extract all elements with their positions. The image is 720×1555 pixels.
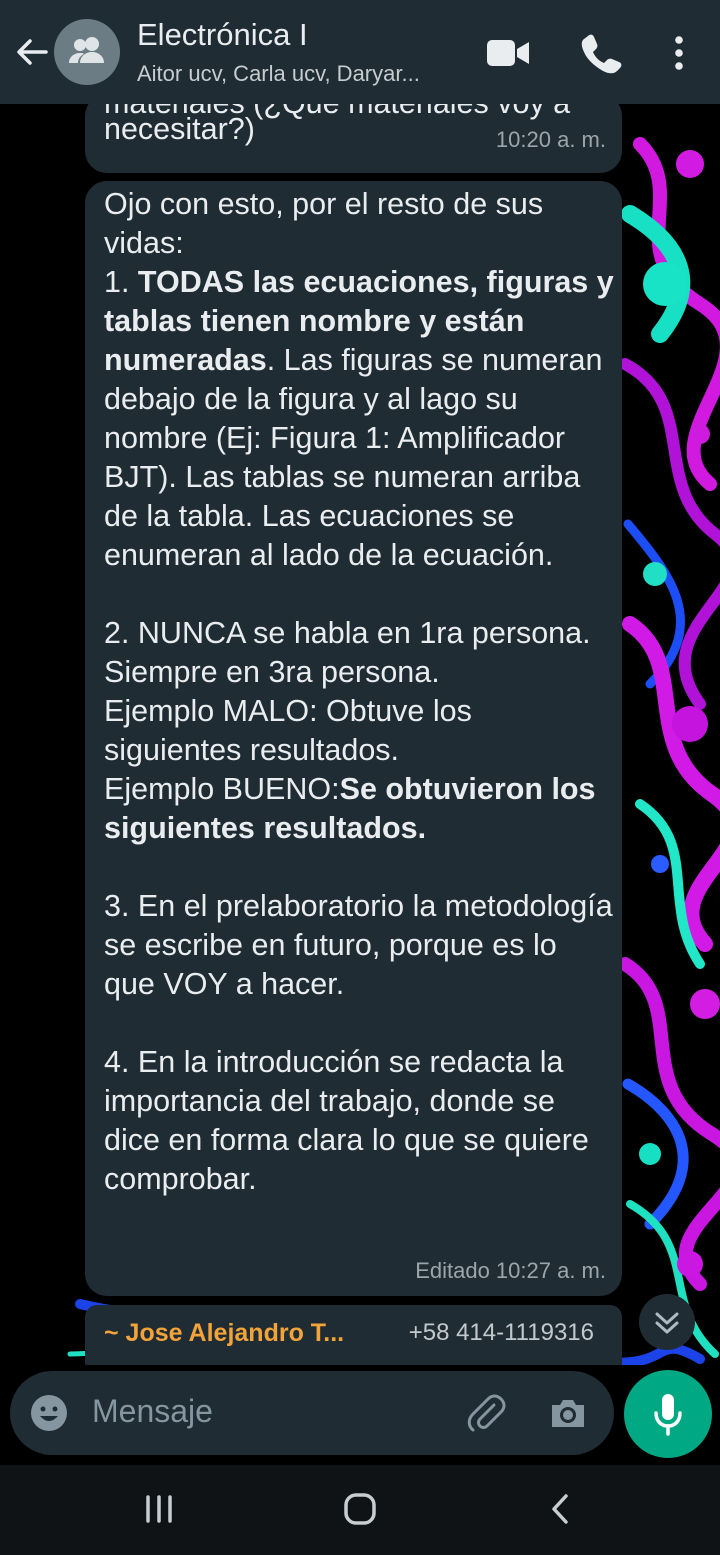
message-bubble[interactable]: ~ Jose Alejandro T... +58 414-1119316 [85,1305,622,1365]
home-icon[interactable] [330,1483,390,1539]
chat-title[interactable]: Electrónica I [137,17,308,53]
chat-participants[interactable]: Aitor ucv, Carla ucv, Daryar... [137,61,420,87]
message-placeholder: Mensaje [92,1393,213,1429]
chat-header: Electrónica I Aitor ucv, Carla ucv, Dary… [0,0,720,104]
microphone-icon [654,1394,682,1436]
msg-paragraph: Ejemplo MALO: Obtuve los siguientes resu… [104,694,481,767]
msg-paragraph: Ojo con esto, por el resto de sus vidas: [104,187,552,260]
back-nav-icon[interactable] [532,1483,592,1539]
group-avatar[interactable] [54,19,120,85]
more-options-icon[interactable] [656,30,702,76]
msg-paragraph: 4. En la introducción se redacta la impo… [104,1045,598,1196]
sender-name[interactable]: ~ Jose Alejandro T... [104,1319,344,1348]
msg-paragraph: Ejemplo BUENO: [104,772,340,806]
double-chevron-down-icon [655,1312,679,1334]
back-arrow-icon[interactable] [10,30,54,74]
message-input[interactable]: Mensaje [10,1371,614,1455]
message-bubble[interactable]: materiales (¿Qué materiales voy a necesi… [85,104,622,173]
camera-icon[interactable] [546,1391,590,1435]
message-composer: Mensaje [0,1365,720,1465]
emoji-icon[interactable] [29,1393,69,1433]
chat-area[interactable]: materiales (¿Qué materiales voy a necesi… [0,104,720,1365]
video-call-icon[interactable] [485,30,531,76]
sender-phone: +58 414-1119316 [408,1319,594,1346]
message-time: 10:20 a. m. [495,127,606,152]
msg-paragraph: 2. NUNCA se habla en 1ra persona. Siempr… [104,616,600,689]
system-navigation-bar [0,1465,720,1555]
msg-paragraph: 3. En el prelaboratorio la metodología s… [104,889,622,1001]
voice-call-icon[interactable] [578,30,624,76]
message-text: necesitar?) [104,112,255,146]
recent-apps-icon[interactable] [130,1483,190,1539]
voice-message-button[interactable] [624,1370,712,1458]
message-bubble[interactable]: Ojo con esto, por el resto de sus vidas:… [85,181,622,1296]
msg-paragraph: . Las figuras se numeran debajo de la fi… [104,343,611,572]
attach-icon[interactable] [464,1391,508,1435]
group-avatar-icon [69,37,104,63]
scroll-to-bottom-button[interactable] [639,1294,695,1350]
msg-paragraph: 1. [104,265,138,299]
message-text: Ojo con esto, por el resto de sus vidas:… [104,185,614,1199]
message-time: Editado 10:27 a. m. [415,1258,606,1283]
